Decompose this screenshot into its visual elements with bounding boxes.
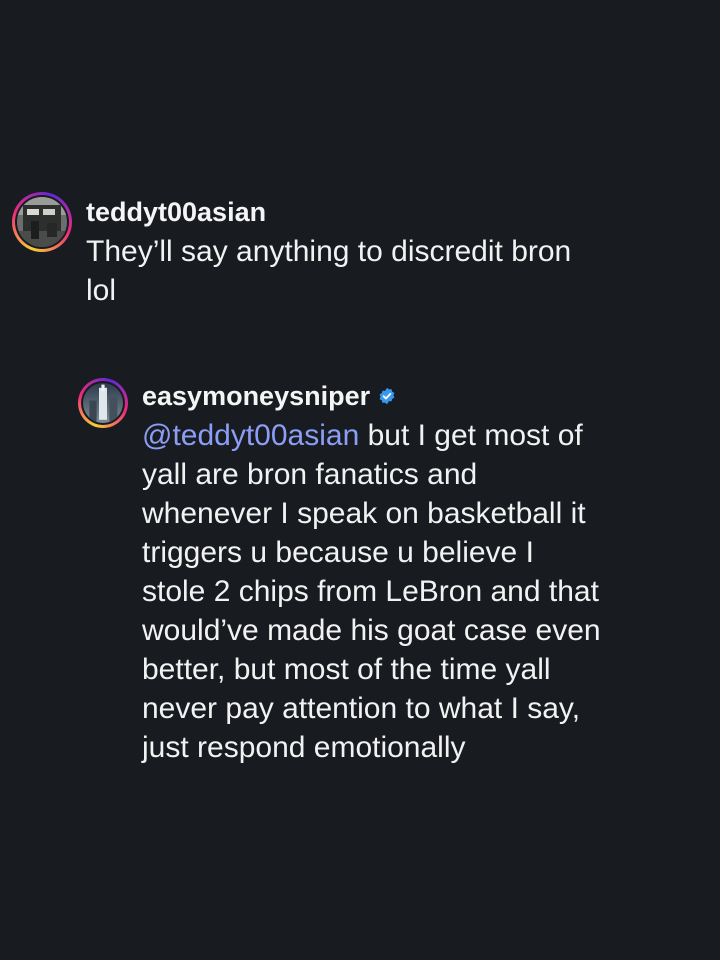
username-label[interactable]: easymoneysniper (142, 378, 370, 414)
comment-teddyt00asian: teddyt00asian They’ll say anything to di… (12, 192, 692, 310)
avatar-image (83, 383, 123, 423)
reply-text: but I get most of yall are bron fanatics… (142, 419, 601, 764)
avatar-easymoneysniper[interactable] (78, 378, 128, 428)
verified-badge-icon (378, 387, 396, 405)
username[interactable]: teddyt00asian (86, 194, 692, 230)
username: easymoneysniper (142, 378, 678, 414)
comment-text: They’ll say anything to discredit bron l… (86, 235, 572, 307)
avatar-teddyt00asian[interactable] (12, 192, 72, 252)
mention-link[interactable]: @teddyt00asian (142, 419, 359, 452)
comment-text: @teddyt00asian but I get most of yall ar… (142, 416, 678, 767)
comment-easymoneysniper: easymoneysniper @teddyt00asian but I get… (78, 378, 678, 767)
avatar-image (17, 197, 67, 247)
